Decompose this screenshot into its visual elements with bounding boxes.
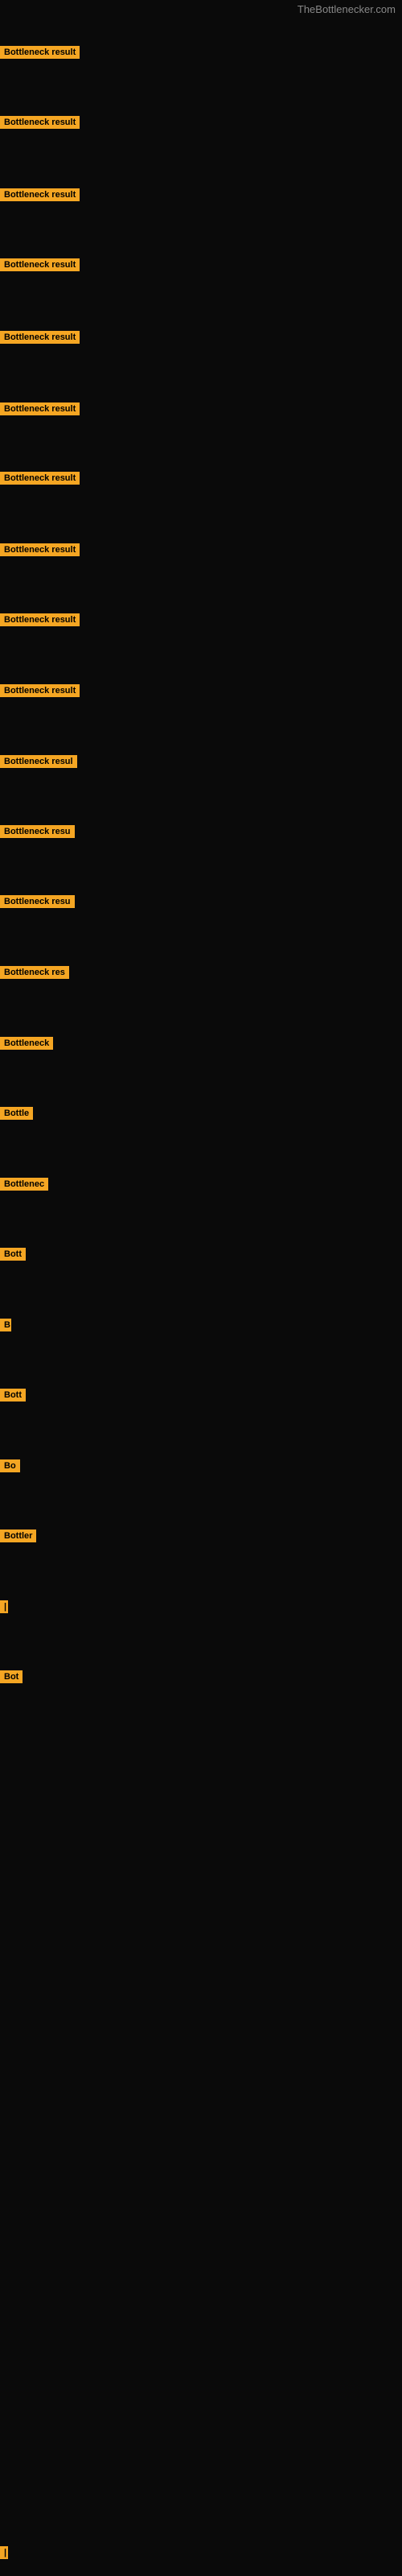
- bottleneck-badge-text-1: Bottleneck result: [0, 46, 80, 59]
- bottleneck-badge-16: Bottle: [0, 1107, 33, 1124]
- site-title: TheBottlenecker.com: [297, 0, 402, 17]
- bottleneck-badge-text-23: |: [0, 1600, 8, 1613]
- bottleneck-badge-19: B: [0, 1319, 11, 1335]
- bottleneck-badge-13: Bottleneck resu: [0, 895, 75, 912]
- bottleneck-badge-20: Bott: [0, 1389, 26, 1406]
- bottleneck-badge-text-16: Bottle: [0, 1107, 33, 1120]
- bottleneck-badge-2: Bottleneck result: [0, 116, 80, 133]
- bottleneck-badge-text-9: Bottleneck result: [0, 613, 80, 626]
- bottleneck-badge-text-25: |: [0, 2546, 8, 2559]
- bottleneck-badge-15: Bottleneck: [0, 1037, 53, 1054]
- bottleneck-badge-text-5: Bottleneck result: [0, 331, 80, 344]
- bottleneck-badge-text-17: Bottlenec: [0, 1178, 48, 1191]
- bottleneck-badge-14: Bottleneck res: [0, 966, 69, 983]
- bottleneck-badge-25: |: [0, 2546, 8, 2563]
- bottleneck-badge-text-19: B: [0, 1319, 11, 1331]
- bottleneck-badge-text-2: Bottleneck result: [0, 116, 80, 129]
- bottleneck-badge-24: Bot: [0, 1670, 23, 1687]
- bottleneck-badge-text-14: Bottleneck res: [0, 966, 69, 979]
- bottleneck-badge-8: Bottleneck result: [0, 543, 80, 560]
- bottleneck-badge-text-24: Bot: [0, 1670, 23, 1683]
- bottleneck-badge-12: Bottleneck resu: [0, 825, 75, 842]
- bottleneck-badge-text-21: Bo: [0, 1459, 20, 1472]
- bottleneck-badge-text-3: Bottleneck result: [0, 188, 80, 201]
- bottleneck-badge-1: Bottleneck result: [0, 46, 80, 63]
- bottleneck-badge-text-6: Bottleneck result: [0, 402, 80, 415]
- bottleneck-badge-text-8: Bottleneck result: [0, 543, 80, 556]
- bottleneck-badge-5: Bottleneck result: [0, 331, 80, 348]
- bottleneck-badge-text-15: Bottleneck: [0, 1037, 53, 1050]
- bottleneck-badge-text-13: Bottleneck resu: [0, 895, 75, 908]
- bottleneck-badge-21: Bo: [0, 1459, 20, 1476]
- bottleneck-badge-4: Bottleneck result: [0, 258, 80, 275]
- bottleneck-badge-text-10: Bottleneck result: [0, 684, 80, 697]
- bottleneck-badge-text-11: Bottleneck resul: [0, 755, 77, 768]
- bottleneck-badge-text-20: Bott: [0, 1389, 26, 1402]
- bottleneck-badge-18: Bott: [0, 1248, 26, 1265]
- bottleneck-badge-11: Bottleneck resul: [0, 755, 77, 772]
- bottleneck-badge-10: Bottleneck result: [0, 684, 80, 701]
- bottleneck-badge-17: Bottlenec: [0, 1178, 48, 1195]
- bottleneck-badge-text-7: Bottleneck result: [0, 472, 80, 485]
- bottleneck-badge-6: Bottleneck result: [0, 402, 80, 419]
- bottleneck-badge-text-4: Bottleneck result: [0, 258, 80, 271]
- bottleneck-badge-7: Bottleneck result: [0, 472, 80, 489]
- bottleneck-badge-22: Bottler: [0, 1530, 36, 1546]
- bottleneck-badge-9: Bottleneck result: [0, 613, 80, 630]
- bottleneck-badge-text-22: Bottler: [0, 1530, 36, 1542]
- bottleneck-badge-text-18: Bott: [0, 1248, 26, 1261]
- bottleneck-badge-3: Bottleneck result: [0, 188, 80, 205]
- bottleneck-badge-23: |: [0, 1600, 8, 1617]
- bottleneck-badge-text-12: Bottleneck resu: [0, 825, 75, 838]
